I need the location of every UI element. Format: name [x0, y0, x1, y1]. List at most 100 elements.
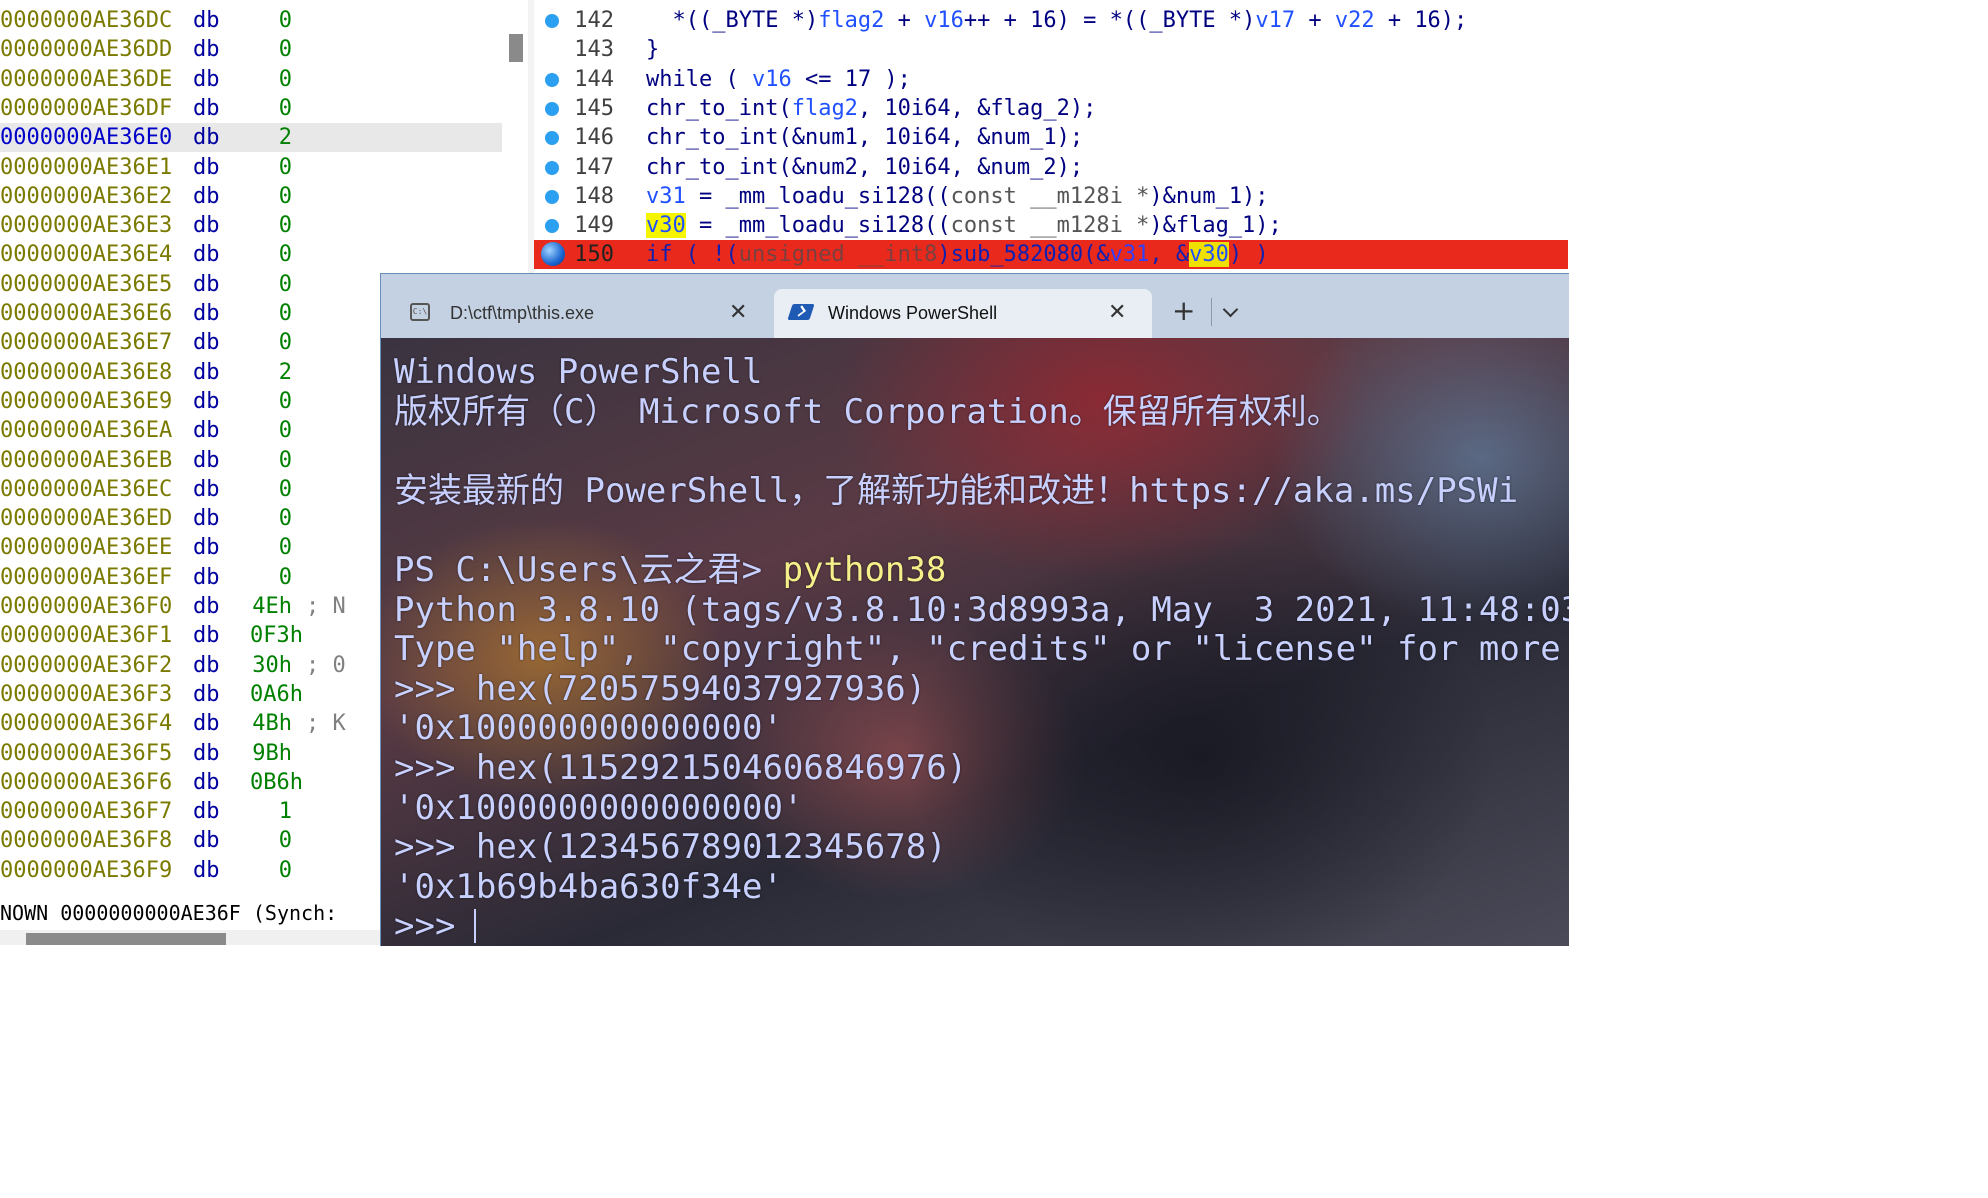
console-line: >>> hex(1152921504606846976): [394, 748, 967, 788]
hex-row-addr: 0000000AE36EA: [0, 418, 173, 444]
hex-view-scroll-thumb[interactable]: [509, 34, 523, 62]
code-text: while ( v16 <= 17 );: [646, 66, 911, 92]
console-text: >>>: [394, 906, 476, 946]
hex-row-val: 0: [278, 95, 292, 121]
hex-row-addr: 0000000AE36EC: [0, 476, 173, 502]
hex-row-db: db: [193, 66, 220, 92]
line-marker-icon[interactable]: [545, 219, 559, 234]
line-number: 150: [574, 242, 614, 268]
hex-row-addr: 0000000AE36E1: [0, 154, 173, 180]
terminal-window[interactable]: C:\ D:\ctf\tmp\this.exe ✕ Windows PowerS…: [380, 273, 1569, 946]
line-marker-icon[interactable]: [545, 189, 559, 204]
hex-row[interactable]: 0000000AE36DD db 0: [0, 35, 502, 64]
hex-row-cmt: ; K: [306, 711, 346, 737]
hex-row[interactable]: 0000000AE36DC db 0: [0, 6, 502, 35]
line-marker-icon[interactable]: [545, 131, 559, 146]
hex-row-val: 30h: [252, 652, 292, 678]
tab-this-exe[interactable]: C:\ D:\ctf\tmp\this.exe ✕: [381, 289, 771, 338]
line-number: 142: [574, 8, 614, 33]
close-icon[interactable]: ✕: [729, 300, 747, 324]
code-line[interactable]: 145 chr_to_int(flag2, 10i64, &flag_2);: [534, 94, 1568, 123]
hex-row-val: 9Bh: [252, 740, 292, 766]
hex-row-addr: 0000000AE36E7: [0, 330, 173, 356]
console-line: Python 3.8.10 (tags/v3.8.10:3d8993a, May…: [394, 590, 1569, 630]
hex-row-val: 0: [278, 8, 292, 33]
hex-view-horizontal-scroll-thumb[interactable]: [26, 933, 226, 945]
hex-row-addr: 0000000AE36F0: [0, 594, 173, 619]
hex-row-val: 0: [278, 301, 292, 326]
console-line: >>>: [394, 906, 476, 946]
line-number: 145: [574, 95, 614, 121]
line-number: 144: [574, 66, 614, 92]
hex-row-val: 0: [278, 564, 292, 590]
hex-row[interactable]: 0000000AE36E4 db 0: [0, 240, 502, 269]
chevron-down-icon[interactable]: [1222, 301, 1239, 318]
hex-row-addr: 0000000AE36E0: [0, 125, 173, 151]
hex-row[interactable]: 0000000AE36E2 db 0: [0, 182, 502, 211]
line-marker-icon[interactable]: [545, 72, 559, 87]
hex-row-val: 0: [278, 418, 292, 444]
hex-row-db: db: [193, 37, 220, 63]
hex-row-val: 0: [278, 154, 292, 180]
close-icon[interactable]: ✕: [1108, 300, 1126, 324]
hex-row-db: db: [193, 857, 220, 883]
hex-row-db: db: [193, 769, 220, 795]
hex-row-db: db: [193, 418, 220, 444]
code-line[interactable]: 142 *((_BYTE *)flag2 + v16++ + 16) = *((…: [534, 6, 1568, 35]
new-tab-button[interactable]: +: [1172, 296, 1195, 326]
console-text: '0x1b69b4ba630f34e': [394, 866, 783, 907]
console-text: 版权所有（C） Microsoft Corporation。保留所有权利。: [394, 391, 1341, 432]
console-line: >>> hex(72057594037927936): [394, 669, 926, 709]
hex-row-val: 0: [278, 271, 292, 297]
hex-row-addr: 0000000AE36ED: [0, 506, 173, 532]
hex-row-val: 0: [278, 506, 292, 532]
hex-row-db: db: [193, 301, 220, 326]
code-text: chr_to_int(&num1, 10i64, &num_1);: [646, 125, 1084, 151]
hex-row[interactable]: 0000000AE36E0 db 2: [0, 123, 502, 153]
code-line[interactable]: 146 chr_to_int(&num1, 10i64, &num_1);: [534, 123, 1568, 152]
pseudocode-view[interactable]: 142 *((_BYTE *)flag2 + v16++ + 16) = *((…: [534, 0, 1568, 280]
hex-row[interactable]: 0000000AE36DF db 0: [0, 94, 502, 123]
console-text: Python 3.8.10 (tags/v3.8.10:3d8993a, May…: [394, 589, 1569, 630]
code-line[interactable]: 148 v31 = _mm_loadu_si128((const __m128i …: [534, 182, 1568, 211]
console-line: Type "help", "copyright", "credits" or "…: [394, 629, 1569, 669]
hex-row-db: db: [193, 183, 220, 209]
line-marker-icon[interactable]: [545, 101, 559, 116]
hex-row-addr: 0000000AE36DF: [0, 95, 173, 121]
terminal-console[interactable]: Windows PowerShell 版权所有（C） Microsoft Corp…: [381, 338, 1569, 946]
code-text: if ( !(unsigned __int8)sub_582080(&v31, …: [646, 242, 1269, 268]
hex-row-addr: 0000000AE36E3: [0, 213, 173, 239]
code-line[interactable]: 147 chr_to_int(&num2, 10i64, &num_2);: [534, 153, 1568, 182]
console-command: python38: [782, 550, 947, 590]
hex-row-cmt: ; N: [306, 594, 346, 619]
hex-row-db: db: [193, 271, 220, 297]
hex-row-addr: 0000000AE36DD: [0, 37, 173, 63]
hex-row-val: 0: [278, 183, 292, 209]
tab-windows-powershell[interactable]: Windows PowerShell ✕: [774, 289, 1152, 338]
hex-row[interactable]: 0000000AE36E3 db 0: [0, 211, 502, 240]
line-number: 147: [574, 154, 614, 180]
hex-row[interactable]: 0000000AE36DE db 0: [0, 65, 502, 94]
code-line-breakpoint[interactable]: 150 if ( !(unsigned __int8)sub_582080(&v3…: [534, 240, 1568, 270]
hex-row-db: db: [193, 476, 220, 502]
breakpoint-icon[interactable]: [541, 242, 565, 267]
line-marker-icon[interactable]: [545, 160, 559, 175]
hex-row-db: db: [193, 213, 220, 239]
code-text: *((_BYTE *)flag2 + v16++ + 16) = *((_BYT…: [646, 8, 1468, 33]
hex-row-db: db: [193, 506, 220, 532]
code-line[interactable]: 149 v30 = _mm_loadu_si128((const __m128i …: [534, 211, 1568, 240]
console-text: Windows PowerShell: [394, 352, 763, 392]
line-number: 143: [574, 37, 614, 63]
hex-row-db: db: [193, 330, 220, 356]
console-line: 安装最新的 PowerShell，了解新功能和改进！https://aka.ms…: [394, 471, 1518, 511]
console-line: '0x1000000000000000': [394, 788, 803, 828]
code-line[interactable]: 143}: [534, 35, 1568, 64]
line-marker-icon[interactable]: [545, 14, 559, 28]
code-text: v31 = _mm_loadu_si128((const __m128i *)&…: [646, 183, 1269, 209]
hex-row-addr: 0000000AE36F5: [0, 740, 173, 766]
code-line[interactable]: 144 while ( v16 <= 17 );: [534, 65, 1568, 94]
hex-row-db: db: [193, 594, 220, 619]
tab-title: Windows PowerShell: [828, 303, 998, 323]
hex-row-addr: 0000000AE36F6: [0, 769, 173, 795]
hex-row[interactable]: 0000000AE36E1 db 0: [0, 153, 502, 182]
